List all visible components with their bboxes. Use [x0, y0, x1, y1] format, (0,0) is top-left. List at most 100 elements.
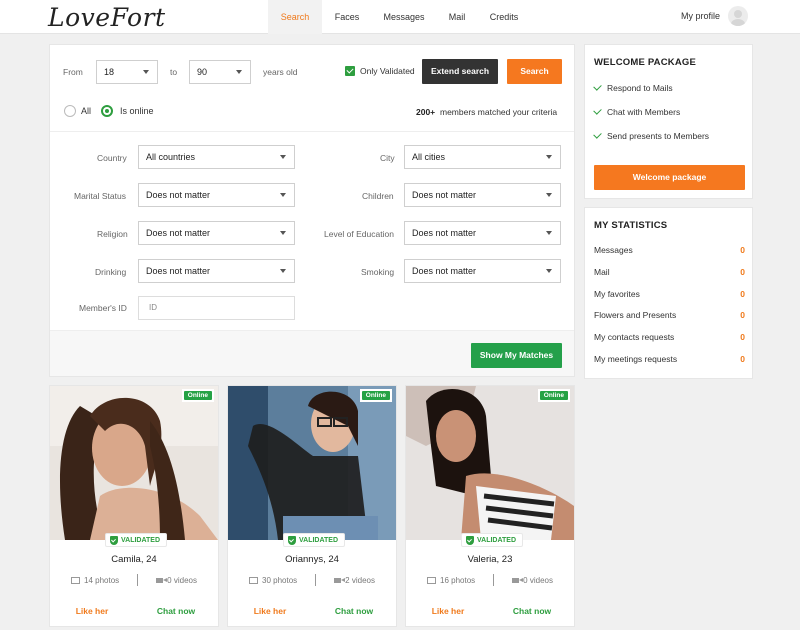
- religion-label: Religion: [97, 229, 128, 239]
- age-from-select[interactable]: 18: [96, 60, 158, 84]
- matched-text: members matched your criteria: [440, 107, 558, 117]
- validated-badge: VALIDATED: [283, 533, 346, 547]
- like-her-button[interactable]: Like her: [228, 606, 312, 616]
- photos-count[interactable]: 30 photos: [262, 576, 297, 585]
- member-meta: 16 photos 0 videos: [406, 574, 574, 586]
- member-actions: Like her Chat now: [50, 606, 218, 616]
- shield-icon: [466, 535, 474, 545]
- avatar[interactable]: [728, 6, 748, 26]
- videos-count[interactable]: 0 videos: [523, 576, 553, 585]
- videos-count[interactable]: 0 videos: [167, 576, 197, 585]
- matched-count: 200+: [416, 107, 436, 117]
- check-icon: [593, 106, 602, 115]
- member-card: Online VALIDATED Camila, 24 14 photos 0 …: [49, 385, 219, 627]
- chevron-down-icon: [546, 269, 552, 273]
- video-icon: [334, 578, 346, 583]
- chat-now-button[interactable]: Chat now: [312, 606, 396, 616]
- stat-row[interactable]: My meetings requests 0: [594, 354, 745, 364]
- welcome-package-title: WELCOME PACKAGE: [594, 57, 697, 68]
- only-validated-checkbox[interactable]: [345, 66, 355, 76]
- stat-row[interactable]: My favorites 0: [594, 289, 745, 299]
- welcome-item: Send presents to Members: [593, 130, 709, 141]
- show-my-matches-button[interactable]: Show My Matches: [471, 343, 562, 368]
- years-label: years old: [263, 67, 298, 77]
- member-card: Online VALIDATED Oriannys, 24 30 photos …: [227, 385, 397, 627]
- country-select[interactable]: All countries: [138, 145, 295, 169]
- smoking-value: Does not matter: [412, 266, 477, 276]
- profile-label: My profile: [680, 11, 720, 21]
- chevron-down-icon: [280, 193, 286, 197]
- videos-count[interactable]: 2 videos: [345, 576, 375, 585]
- radio-all[interactable]: [64, 105, 76, 117]
- stat-row[interactable]: Flowers and Presents 0: [594, 310, 745, 320]
- member-photo-image: [406, 386, 574, 540]
- member-id-input[interactable]: ID: [138, 296, 295, 320]
- age-to-value: 90: [197, 67, 208, 77]
- video-icon: [156, 578, 168, 583]
- member-photo[interactable]: Online: [50, 386, 218, 540]
- member-photo-image: [228, 386, 396, 540]
- welcome-package-button[interactable]: Welcome package: [594, 165, 745, 190]
- search-button[interactable]: Search: [507, 59, 562, 84]
- online-badge: Online: [537, 389, 570, 402]
- nav-credits[interactable]: Credits: [478, 0, 530, 34]
- chat-now-button[interactable]: Chat now: [134, 606, 218, 616]
- chevron-down-icon: [280, 155, 286, 159]
- nav-messages[interactable]: Messages: [372, 0, 436, 34]
- member-meta: 14 photos 0 videos: [50, 574, 218, 586]
- stat-row[interactable]: My contacts requests 0: [594, 332, 745, 342]
- photos-icon: [427, 577, 437, 584]
- online-badge: Online: [359, 389, 392, 402]
- photos-count[interactable]: 16 photos: [440, 576, 475, 585]
- education-select[interactable]: Does not matter: [404, 221, 561, 245]
- member-name[interactable]: Oriannys, 24: [228, 554, 396, 565]
- drinking-select[interactable]: Does not matter: [138, 259, 295, 283]
- marital-select[interactable]: Does not matter: [138, 183, 295, 207]
- statistics-title: MY STATISTICS: [594, 220, 668, 231]
- video-icon: [512, 578, 524, 583]
- member-id-label: Member's ID: [79, 303, 127, 313]
- stat-row[interactable]: Mail 0: [594, 267, 745, 277]
- children-select[interactable]: Does not matter: [404, 183, 561, 207]
- nav-faces[interactable]: Faces: [322, 0, 372, 34]
- member-meta: 30 photos 2 videos: [228, 574, 396, 586]
- nav-mail[interactable]: Mail: [436, 0, 478, 34]
- education-label: Level of Education: [324, 229, 394, 239]
- site-logo[interactable]: LoveFort: [48, 3, 166, 32]
- chevron-down-icon: [546, 193, 552, 197]
- marital-value: Does not matter: [146, 190, 211, 200]
- member-photo[interactable]: Online: [228, 386, 396, 540]
- chevron-down-icon: [280, 231, 286, 235]
- extend-search-button[interactable]: Extend search: [422, 59, 498, 84]
- radio-is-online[interactable]: [101, 105, 113, 117]
- like-her-button[interactable]: Like her: [50, 606, 134, 616]
- profile-menu[interactable]: My profile: [681, 6, 748, 26]
- radio-all-label: All: [81, 106, 92, 116]
- smoking-label: Smoking: [361, 267, 395, 277]
- member-photo[interactable]: Online: [406, 386, 574, 540]
- chat-now-button[interactable]: Chat now: [490, 606, 574, 616]
- nav-search[interactable]: Search: [268, 0, 322, 34]
- from-label: From: [63, 67, 83, 77]
- children-value: Does not matter: [412, 190, 477, 200]
- smoking-select[interactable]: Does not matter: [404, 259, 561, 283]
- religion-select[interactable]: Does not matter: [138, 221, 295, 245]
- shield-icon: [110, 535, 118, 545]
- like-her-button[interactable]: Like her: [406, 606, 490, 616]
- validated-badge: VALIDATED: [461, 533, 524, 547]
- city-select[interactable]: All cities: [404, 145, 561, 169]
- member-actions: Like her Chat now: [228, 606, 396, 616]
- photos-count[interactable]: 14 photos: [84, 576, 119, 585]
- age-to-select[interactable]: 90: [189, 60, 251, 84]
- welcome-item: Respond to Mails: [593, 82, 673, 93]
- welcome-package-box: WELCOME PACKAGE Respond to Mails Chat wi…: [584, 44, 753, 199]
- city-value: All cities: [412, 152, 446, 162]
- stat-row[interactable]: Messages 0: [594, 245, 745, 255]
- search-panel: From 18 to 90 years old Only Validated E…: [49, 44, 575, 377]
- photos-icon: [71, 577, 81, 584]
- member-name[interactable]: Valeria, 23: [406, 554, 574, 565]
- to-label: to: [170, 67, 178, 77]
- chevron-down-icon: [143, 70, 149, 74]
- welcome-item: Chat with Members: [593, 106, 680, 117]
- member-name[interactable]: Camila, 24: [50, 554, 218, 565]
